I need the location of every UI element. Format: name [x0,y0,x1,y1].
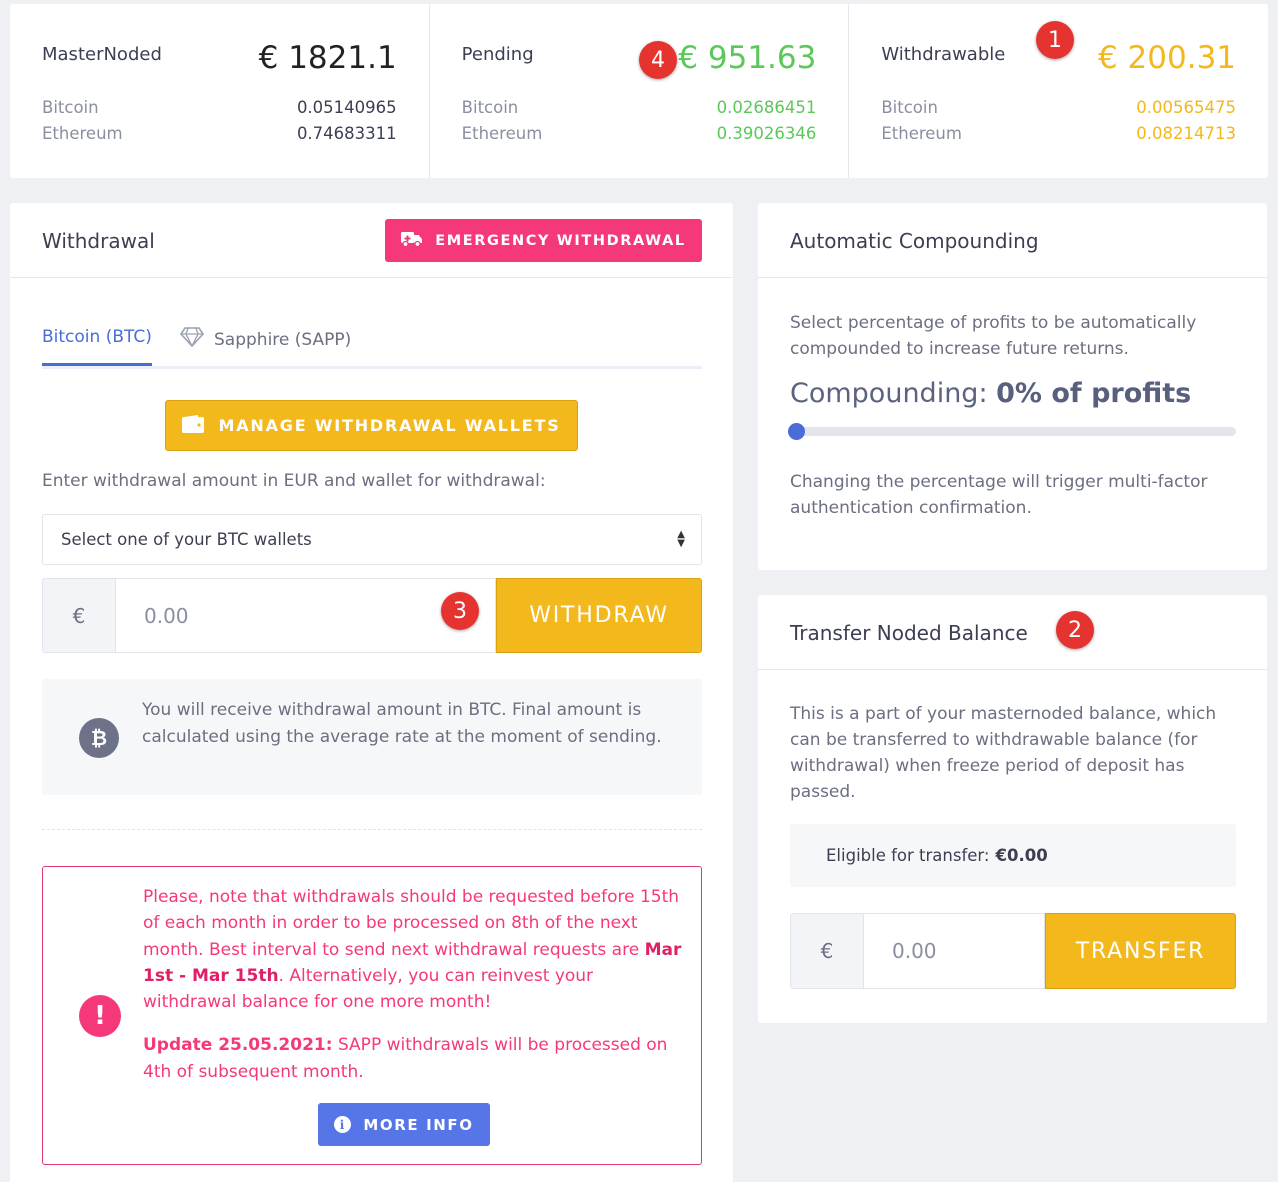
compounding-label: Compounding: [790,378,997,409]
transfer-amount-group: € 0.00 TRANSFER [790,913,1236,989]
currency-addon: € [42,578,115,653]
stat-total: € 1821.1 [258,40,397,76]
compounding-title: Automatic Compounding [790,229,1039,253]
slider-handle[interactable] [788,423,805,440]
ambulance-icon [401,231,423,251]
stat-row-label: Ethereum [42,124,123,143]
stat-title: Withdrawable [881,44,1006,65]
stat-row-value: 0.74683311 [296,124,397,143]
stat-total: € 951.63 [678,40,817,76]
stat-row-value: 0.00565475 [1136,98,1237,117]
withdraw-amount-input[interactable]: 0.00 [115,578,496,653]
select-arrows-icon: ▲ ▼ [677,529,685,549]
annotation-badge: 2 [1056,611,1094,649]
transfer-header: Transfer Noded Balance [758,595,1267,670]
annotation-badge: 3 [441,592,479,630]
eligible-value: €0.00 [995,846,1048,865]
stat-row: Bitcoin 0.05140965 [42,98,397,117]
eligible-box: Eligible for transfer: €0.00 [790,824,1236,887]
emergency-withdrawal-label: EMERGENCY WITHDRAWAL [435,232,686,249]
btc-info-box: ₿ You will receive withdrawal amount in … [42,679,702,795]
tab-bitcoin[interactable]: Bitcoin (BTC) [42,327,152,366]
more-info-button[interactable]: i MORE INFO [318,1103,490,1146]
tab-sapphire-label: Sapphire (SAPP) [214,329,352,350]
alert-update-label: Update 25.05.2021: [143,1035,333,1055]
tab-sapphire[interactable]: Sapphire (SAPP) [179,327,352,352]
stat-total: € 200.31 [1097,40,1237,76]
compounding-percent: 0% of profits [996,378,1192,409]
emergency-withdrawal-button[interactable]: EMERGENCY WITHDRAWAL [385,219,702,262]
info-icon: i [334,1116,352,1133]
diamond-icon [179,327,205,352]
withdrawal-card: Withdrawal EMERGENCY WITHDRAWAL Bitcoin … [10,203,733,1182]
bitcoin-icon: ₿ [79,718,119,758]
compounding-value: Compounding: 0% of profits [790,378,1191,409]
transfer-title: Transfer Noded Balance [790,621,1028,645]
more-info-label: MORE INFO [363,1115,474,1134]
currency-tabs: Bitcoin (BTC) Sapphire (SAPP) [42,321,702,369]
withdrawal-alert: ! Please, note that withdrawals should b… [42,866,702,1165]
stat-row: Ethereum 0.74683311 [42,124,397,143]
annotation-badge: 1 [1036,21,1074,59]
divider [42,829,702,830]
compounding-note: Changing the percentage will trigger mul… [790,472,1208,518]
stat-row-label: Bitcoin [42,98,99,117]
withdrawal-header: Withdrawal EMERGENCY WITHDRAWAL [10,203,733,278]
alert-text-pre: Please, note that withdrawals should be … [143,887,680,960]
compounding-description: Select percentage of profits to be autom… [790,313,1197,359]
stat-row-label: Ethereum [881,124,962,143]
stat-row-label: Bitcoin [461,98,519,117]
stat-row: Bitcoin 0.02686451 [462,98,817,117]
transfer-description: This is a part of your masternoded balan… [790,704,1217,802]
compounding-slider[interactable] [788,423,1236,440]
compounding-header: Automatic Compounding [758,203,1267,278]
transfer-button[interactable]: TRANSFER [1045,913,1236,989]
transfer-card: Transfer Noded Balance This is a part of… [758,595,1267,1023]
stat-row-value: 0.08214713 [1136,124,1237,143]
alert-text: Please, note that withdrawals should be … [143,884,683,1015]
stat-row: Bitcoin 0.00565475 [881,98,1236,117]
stat-title: Pending [461,44,534,65]
annotation-badge: 4 [639,41,677,79]
stat-title: MasterNoded [42,44,162,65]
btc-info-text: You will receive withdrawal amount in BT… [142,700,662,747]
currency-addon: € [790,913,863,989]
stat-row-label: Bitcoin [881,98,938,117]
pending-stat: Pending € 951.63 Bitcoin 0.02686451 Ethe… [430,4,850,178]
withdraw-button[interactable]: WITHDRAW [496,578,702,653]
balance-summary: MasterNoded € 1821.1 Bitcoin 0.05140965 … [10,4,1268,178]
eligible-label: Eligible for transfer: [826,846,990,865]
withdraw-amount-group: € 0.00 WITHDRAW [42,578,702,653]
wallet-select[interactable]: Select one of your BTC wallets ▲ ▼ [42,514,702,565]
exclamation-icon: ! [79,995,121,1037]
stat-row: Ethereum 0.08214713 [881,124,1236,143]
stat-row-value: 0.05140965 [296,98,397,117]
transfer-amount-input[interactable]: 0.00 [863,913,1045,989]
manage-wallets-button[interactable]: MANAGE WITHDRAWAL WALLETS [165,400,578,451]
stat-row: Ethereum 0.39026346 [462,124,817,143]
withdrawal-instructions: Enter withdrawal amount in EUR and walle… [42,471,546,491]
withdrawal-title: Withdrawal [42,229,155,253]
masternoded-stat: MasterNoded € 1821.1 Bitcoin 0.05140965 … [10,4,430,178]
compounding-card: Automatic Compounding Select percentage … [758,203,1267,570]
stat-row-label: Ethereum [461,124,543,143]
stat-row-value: 0.39026346 [716,124,817,143]
stat-row-value: 0.02686451 [716,98,817,117]
wallet-select-value: Select one of your BTC wallets [61,530,312,549]
wallet-icon [182,414,205,437]
manage-wallets-label: MANAGE WITHDRAWAL WALLETS [218,416,561,435]
alert-update: Update 25.05.2021: SAPP withdrawals will… [143,1032,683,1085]
